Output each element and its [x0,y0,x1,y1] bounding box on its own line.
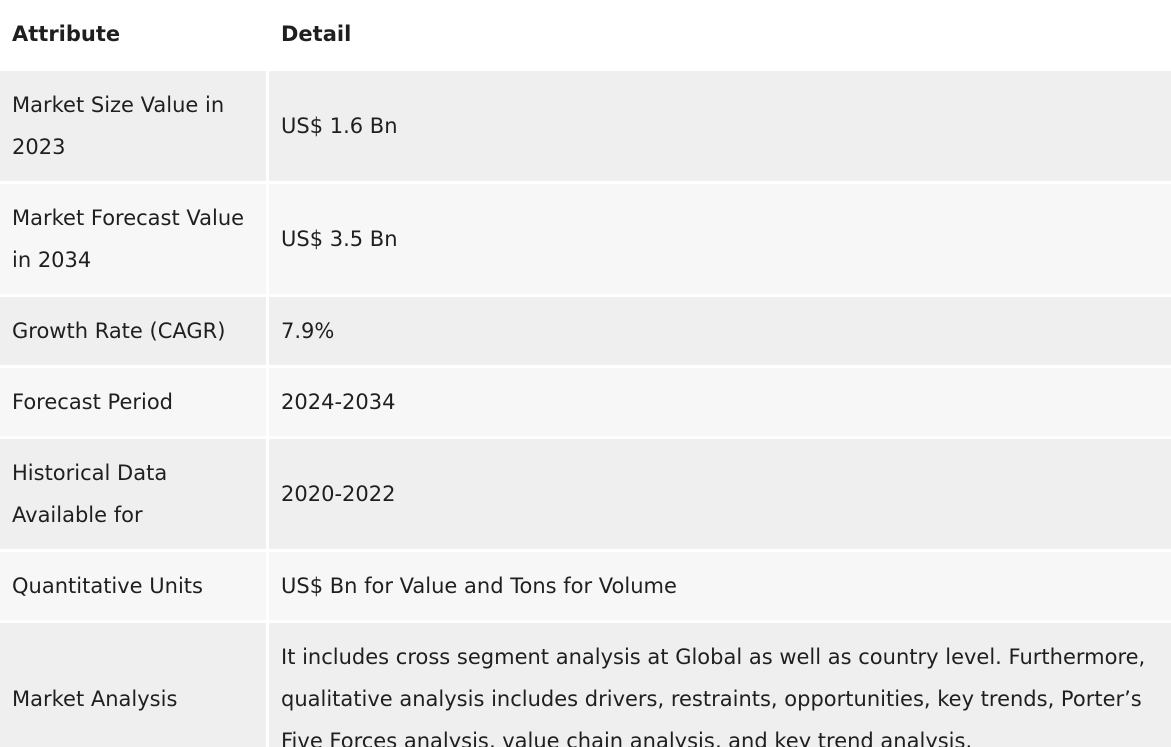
detail-cell: 7.9% [269,294,1171,365]
table-row: Quantitative Units US$ Bn for Value and … [0,549,1171,620]
detail-cell: It includes cross segment analysis at Gl… [269,620,1171,747]
table-row: Growth Rate (CAGR) 7.9% [0,294,1171,365]
table-header-row: Attribute Detail [0,0,1171,68]
attribute-cell: Forecast Period [0,365,269,436]
table-row: Market Size Value in 2023 US$ 1.6 Bn [0,68,1171,181]
column-header-attribute: Attribute [0,0,269,68]
table-row: Market Analysis It includes cross segmen… [0,620,1171,747]
detail-cell: 2020-2022 [269,436,1171,549]
attribute-cell: Growth Rate (CAGR) [0,294,269,365]
attribute-cell: Historical Data Available for [0,436,269,549]
table-row: Forecast Period 2024-2034 [0,365,1171,436]
detail-cell: US$ 3.5 Bn [269,181,1171,294]
attribute-cell: Market Analysis [0,620,269,747]
detail-cell: 2024-2034 [269,365,1171,436]
table-row: Historical Data Available for 2020-2022 [0,436,1171,549]
attribute-cell: Market Forecast Value in 2034 [0,181,269,294]
detail-cell: US$ Bn for Value and Tons for Volume [269,549,1171,620]
detail-cell: US$ 1.6 Bn [269,68,1171,181]
table-row: Market Forecast Value in 2034 US$ 3.5 Bn [0,181,1171,294]
attribute-cell: Quantitative Units [0,549,269,620]
market-attributes-table: Attribute Detail Market Size Value in 20… [0,0,1171,747]
attribute-cell: Market Size Value in 2023 [0,68,269,181]
column-header-detail: Detail [269,0,1171,68]
